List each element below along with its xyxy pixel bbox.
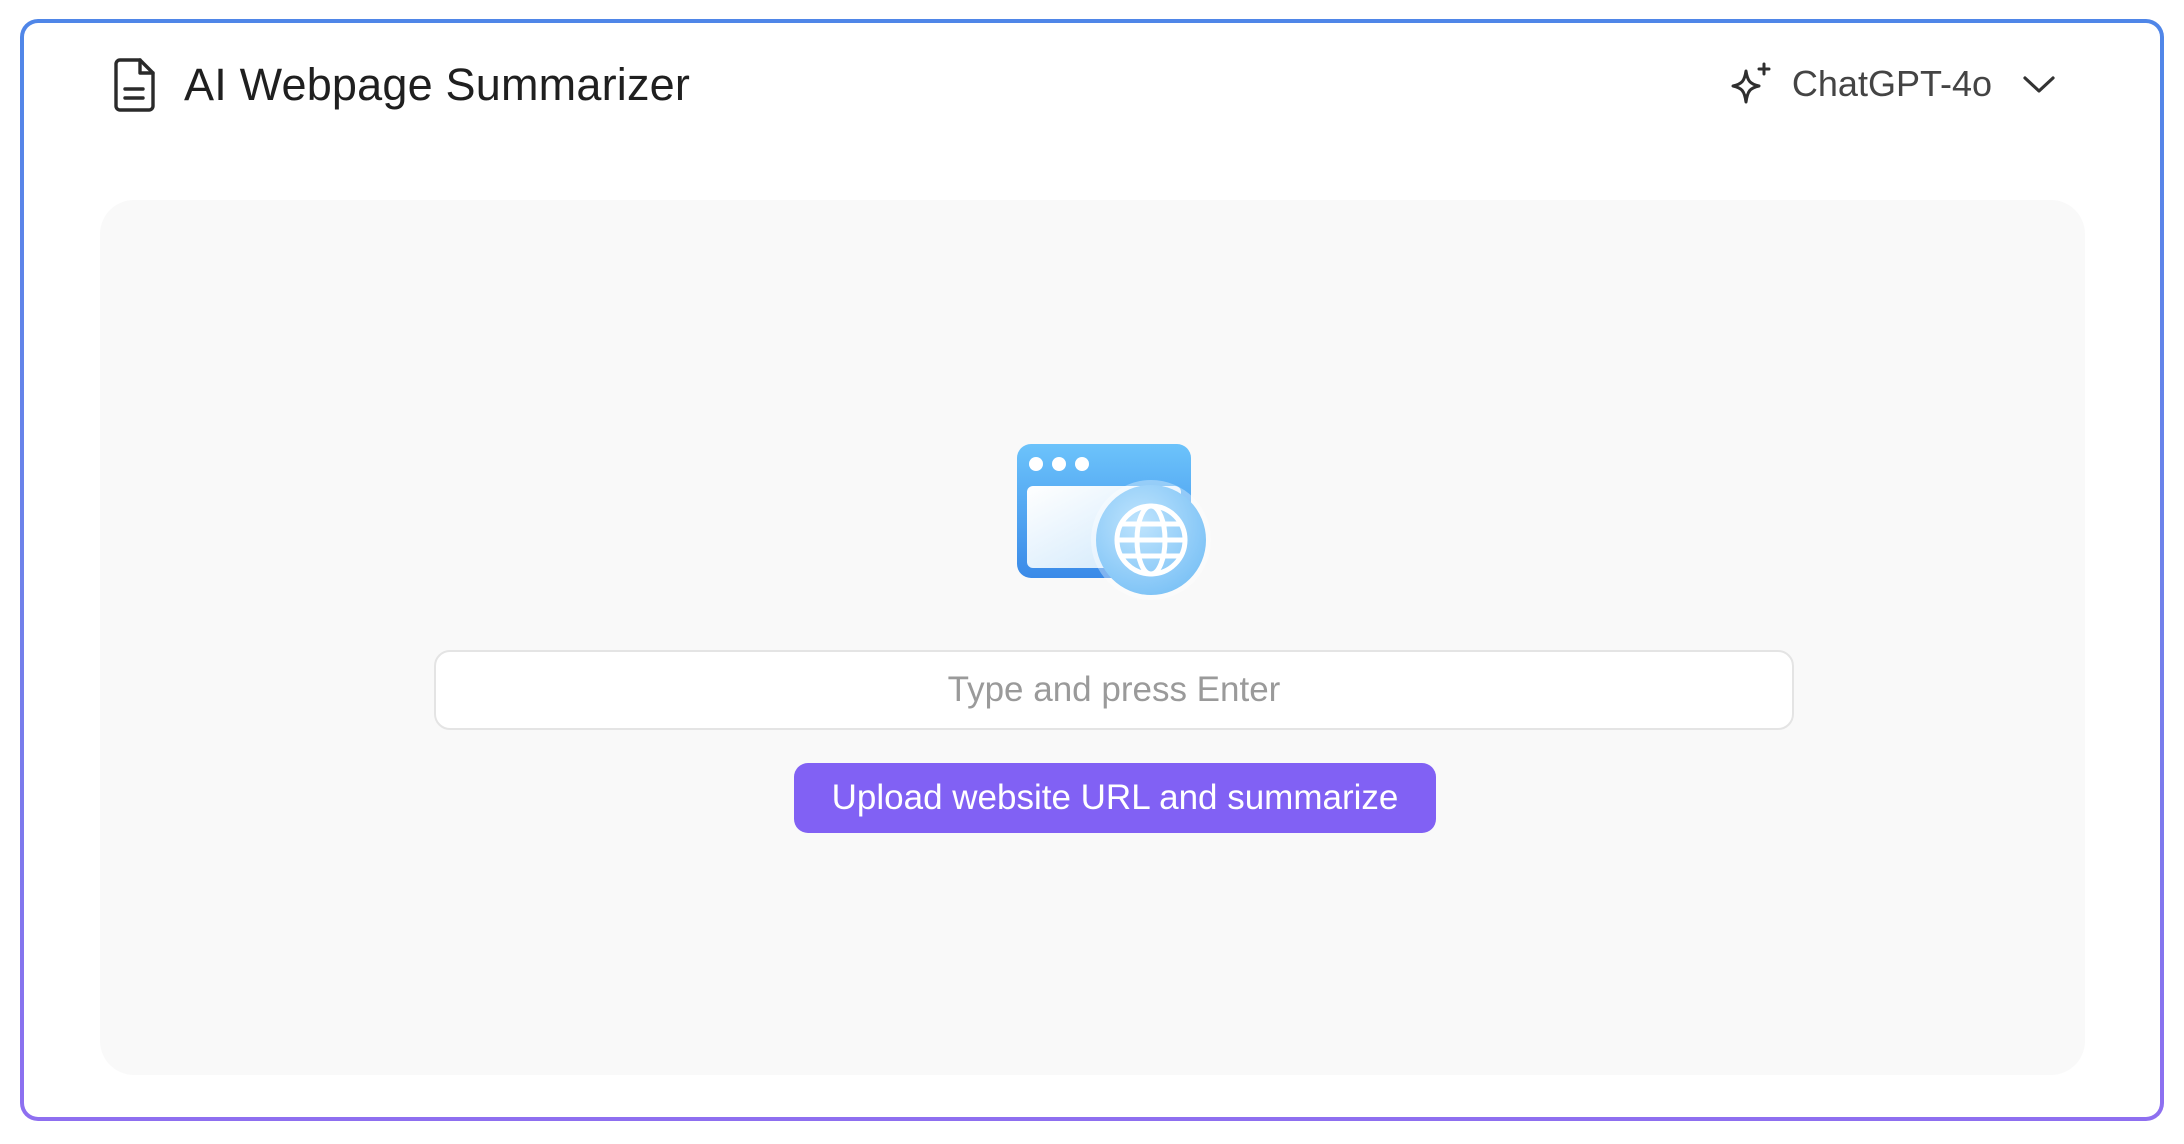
document-icon [114, 58, 155, 112]
upload-summarize-button[interactable]: Upload website URL and summarize [794, 763, 1436, 833]
browser-globe-icon [1017, 444, 1211, 600]
chevron-down-icon[interactable] [2020, 65, 2058, 103]
sparkle-icon [1731, 62, 1771, 104]
summarizer-panel: Upload website URL and summarize [100, 200, 2085, 1075]
app-window: AI Webpage Summarizer ChatGPT-4o Type an… [24, 23, 2160, 1117]
model-selector[interactable]: ChatGPT-4o [1728, 61, 2058, 107]
model-selector-value: ChatGPT-4o [1791, 63, 1992, 104]
title-group: AI Webpage Summarizer [110, 57, 690, 113]
url-input[interactable] [434, 650, 1794, 730]
app-window-frame: AI Webpage Summarizer ChatGPT-4o Type an… [20, 19, 2164, 1121]
page-title: AI Webpage Summarizer [184, 59, 691, 110]
header: AI Webpage Summarizer ChatGPT-4o [24, 23, 2160, 163]
